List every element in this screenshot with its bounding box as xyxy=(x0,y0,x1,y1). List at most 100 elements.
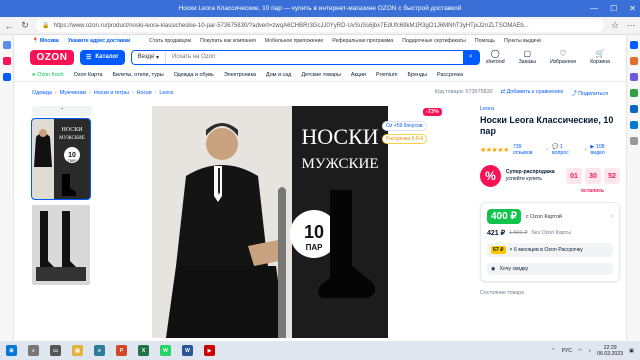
tab-icon[interactable] xyxy=(2,57,11,65)
app-icon[interactable]: P xyxy=(116,345,127,356)
thumbnail-image: НОСКИ МУЖСКИЕ 10 ПАР xyxy=(32,119,90,199)
sale-text: Супер-распродажа успейте купить xyxy=(506,169,561,183)
breadcrumb-item[interactable]: Носки xyxy=(137,90,152,96)
shopping-icon[interactable] xyxy=(629,57,638,65)
menu-item[interactable]: Билеты, отели, туры xyxy=(112,72,163,78)
regular-price: 421 ₽ xyxy=(487,230,506,237)
breadcrumb-item[interactable]: Leora xyxy=(159,90,173,96)
top-link[interactable]: Помощь xyxy=(475,38,495,44)
browser-left-sidebar xyxy=(0,35,14,341)
price-box: 400 ₽ с Ozon Картой › 421 ₽ 1 590 ₽ без … xyxy=(480,202,620,282)
breadcrumb-item[interactable]: Носки и гетры xyxy=(94,90,129,96)
catalog-button[interactable]: ☰ Каталог xyxy=(80,49,125,65)
top-link[interactable]: Пункты выдачи xyxy=(504,38,541,44)
thumb-text-bottom: МУЖСКИЕ xyxy=(59,136,85,141)
top-link[interactable]: Стать продавцом xyxy=(149,38,191,44)
chevron-right-icon[interactable]: › xyxy=(611,213,613,220)
plus-icon[interactable] xyxy=(629,137,638,145)
top-link[interactable]: Покупать как компания xyxy=(200,38,256,44)
app-icon[interactable]: ▶ xyxy=(204,345,215,356)
super-sale-block: % Супер-распродажа успейте купить 01 30 … xyxy=(480,165,620,187)
thumbs-up-arrow[interactable]: ⌃ xyxy=(32,106,92,116)
location-link[interactable]: 📍 Москва xyxy=(32,38,59,44)
brand-link[interactable]: Leora xyxy=(480,106,620,112)
clock[interactable]: 22:29 06.03.2023 xyxy=(597,345,623,357)
profile-button[interactable]: ◯ sherood xyxy=(486,49,505,65)
top-link[interactable]: Подарочные сертификаты xyxy=(402,38,466,44)
menu-item[interactable]: Ozon Карта xyxy=(74,72,103,78)
bonus-badge: Oz +59 бонусов xyxy=(382,121,427,131)
cart-button[interactable]: 🛒 Корзина xyxy=(590,49,610,65)
favorites-button[interactable]: ♡ Избранное xyxy=(550,49,576,65)
share-button[interactable]: ⤴ Поделиться xyxy=(571,89,608,97)
menu-item[interactable]: Рассрочка xyxy=(437,72,463,78)
windows-start-icon[interactable]: ⊞ xyxy=(6,345,17,356)
menu-item[interactable]: Детские товары xyxy=(301,72,341,78)
address-bar[interactable]: 🔒 https://www.ozon.ru/product/noski-leor… xyxy=(36,19,604,32)
tools-icon[interactable] xyxy=(629,73,638,81)
tab-icon[interactable] xyxy=(2,41,11,49)
timer-hours: 01 xyxy=(566,168,582,184)
minimize-icon[interactable]: — xyxy=(590,4,598,13)
more-icon[interactable]: ⋯ xyxy=(626,20,636,31)
want-discount-button[interactable]: ◉ Хочу скидку xyxy=(487,263,613,275)
search-icon[interactable] xyxy=(629,41,638,49)
excel-icon[interactable]: X xyxy=(138,345,149,356)
close-icon[interactable]: ✕ xyxy=(629,4,636,13)
wifi-icon[interactable]: ◠ xyxy=(578,348,583,354)
thumbnail[interactable]: НОСКИ МУЖСКИЕ 10 ПАР xyxy=(31,118,91,200)
language-indicator[interactable]: РУС xyxy=(562,348,572,354)
games-icon[interactable] xyxy=(629,89,638,97)
sale-subtitle: успейте купить xyxy=(505,176,542,182)
reviews-link[interactable]: 739 отзывов xyxy=(513,144,542,156)
sale-title: Супер-распродажа xyxy=(505,169,555,175)
menu-item[interactable]: Бренды xyxy=(408,72,428,78)
search-input[interactable]: Искать на Ozon xyxy=(166,54,463,60)
search-button[interactable]: ⌕ xyxy=(462,50,479,64)
menu-item[interactable]: ● Ozon fresh xyxy=(32,72,64,78)
main-product-image[interactable]: НОСКИ МУЖСКИЕ 10 ПАР xyxy=(152,106,388,338)
breadcrumb-item[interactable]: Мужчинам xyxy=(60,90,86,96)
maximize-icon[interactable]: ☐ xyxy=(610,4,617,13)
compare-button[interactable]: ⇄ Добавить к сравнению xyxy=(501,89,564,97)
task-view-icon[interactable]: ▭ xyxy=(50,345,61,356)
chevron-up-icon[interactable]: ⌃ xyxy=(551,348,555,354)
refresh-icon[interactable]: ↻ xyxy=(20,20,30,31)
file-explorer-icon[interactable]: ▤ xyxy=(72,345,83,356)
installment-badge: Рассрочка 0-0-6 xyxy=(382,134,428,144)
top-link[interactable]: Мобильное приложение xyxy=(265,38,323,44)
outlook-icon[interactable] xyxy=(629,121,638,129)
menu-item[interactable]: Premium xyxy=(376,72,398,78)
menu-item[interactable]: Акции xyxy=(351,72,366,78)
star-icon[interactable]: ☆ xyxy=(610,20,620,31)
office-icon[interactable] xyxy=(629,105,638,113)
back-icon[interactable]: ← xyxy=(4,21,14,31)
heart-icon: ♡ xyxy=(559,49,567,58)
volume-icon[interactable]: ♪ xyxy=(589,348,592,354)
box-icon: ▢ xyxy=(523,49,532,58)
questions-link[interactable]: 💬 1 вопрос xyxy=(552,144,581,156)
word-icon[interactable]: W xyxy=(182,345,193,356)
category-menu: ● Ozon fresh Ozon Карта Билеты, отели, т… xyxy=(14,68,626,82)
menu-item[interactable]: Одежда и обувь xyxy=(174,72,214,78)
taskbar: ⊞ ⌕ ▭ ▤ e P X W W ▶ ⌃ РУС ◠ ♪ 22:29 06.0… xyxy=(0,341,640,360)
image-count-unit: ПАР xyxy=(306,243,324,252)
timer-seconds: 52 xyxy=(604,168,620,184)
search-icon[interactable]: ⌕ xyxy=(28,345,39,356)
search-scope-select[interactable]: Везде ▾ xyxy=(132,50,166,64)
thumbnail[interactable] xyxy=(32,205,90,285)
ozon-logo[interactable]: OZON xyxy=(30,49,74,65)
breadcrumb-item[interactable]: Одежда xyxy=(32,90,52,96)
tab-icon[interactable] xyxy=(2,73,11,81)
notifications-icon[interactable]: ▣ xyxy=(629,348,634,354)
videos-link[interactable]: ▶ 108 видео xyxy=(590,144,620,156)
orders-button[interactable]: ▢ Заказы xyxy=(519,49,536,65)
menu-item[interactable]: Электроника xyxy=(224,72,256,78)
menu-item[interactable]: Дом и сад xyxy=(266,72,291,78)
installment-row[interactable]: 67 ₽ × 6 месяцев в Ozon Рассрочку xyxy=(487,243,613,257)
address-hint-link[interactable]: Укажите адрес доставки xyxy=(68,38,130,44)
edge-icon[interactable]: e xyxy=(94,345,105,356)
top-link[interactable]: Реферальная программа xyxy=(332,38,393,44)
whatsapp-icon[interactable]: W xyxy=(160,345,171,356)
product-title: Носки Leora Классические, 10 пар xyxy=(480,115,614,136)
